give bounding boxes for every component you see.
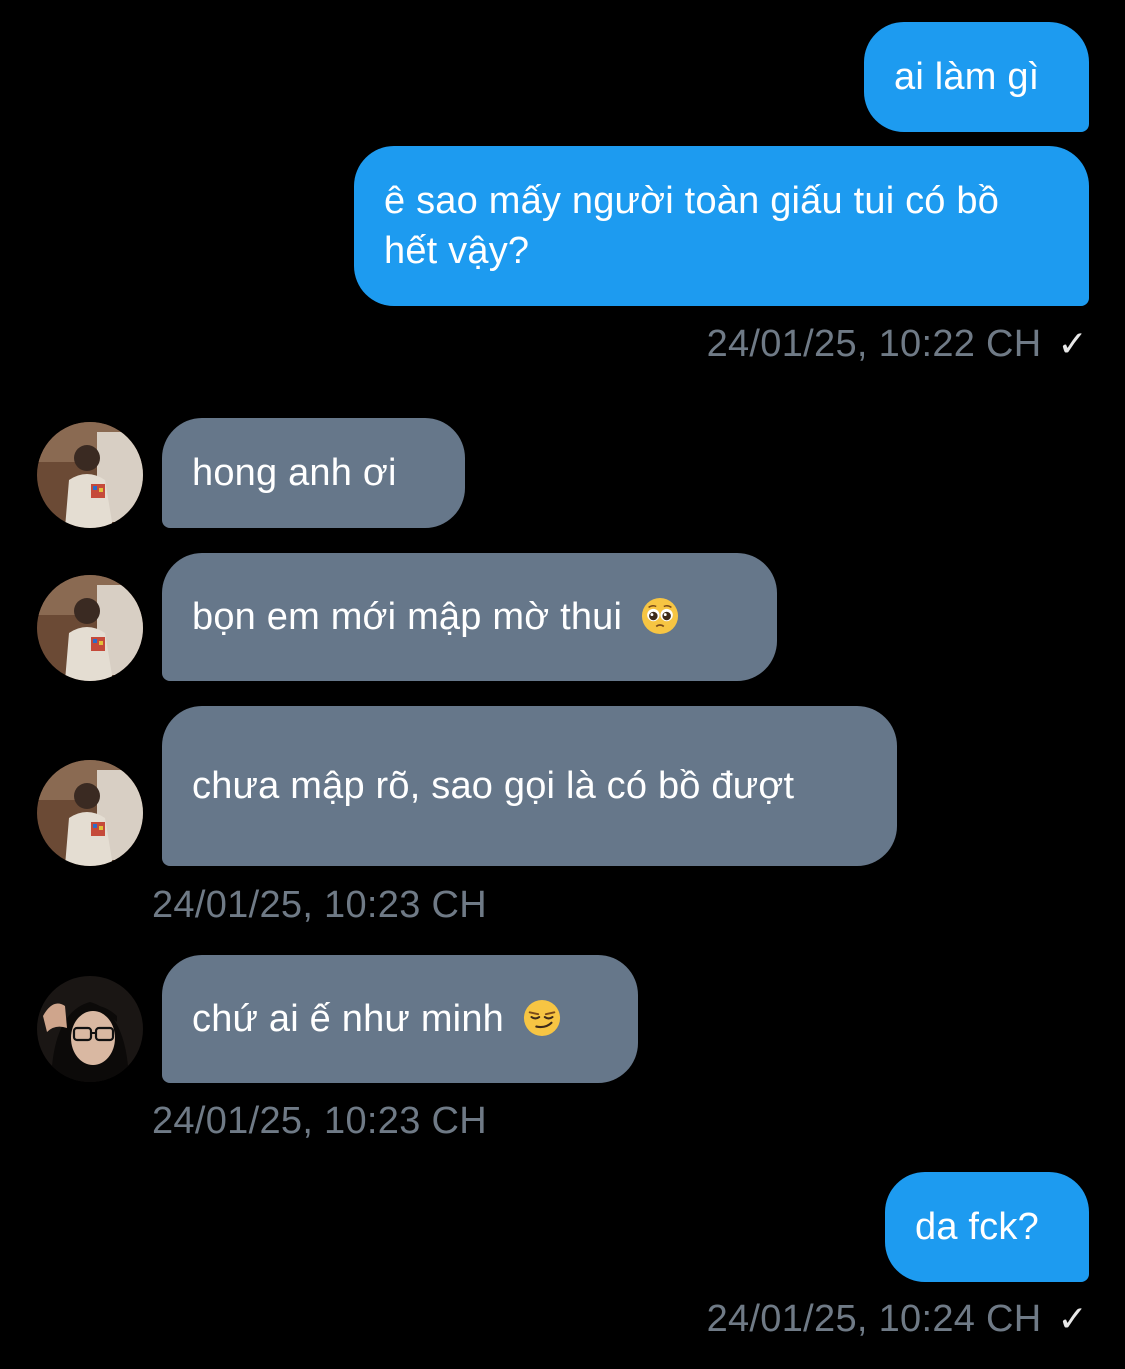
avatar[interactable] [37,976,143,1082]
timestamp-text: 24/01/25, 10:23 CH [152,884,487,926]
message-timestamp: 24/01/25, 10:22 CH ✓ [707,322,1088,366]
read-check-icon: ✓ [1057,1298,1088,1339]
outgoing-message-bubble[interactable]: da fck? [885,1172,1089,1282]
message-text: chưa mập rõ, sao gọi là có bồ đượt [192,765,795,807]
timestamp-text: 24/01/25, 10:23 CH [152,1100,487,1142]
message-text: da fck? [915,1206,1039,1248]
avatar[interactable] [37,422,143,528]
avatar-photo-icon [37,575,143,681]
timestamp-text: 24/01/25, 10:22 CH [706,323,1042,365]
outgoing-message-bubble[interactable]: ai làm gì [864,22,1089,132]
read-check-icon: ✓ [1057,323,1088,364]
message-text: chứ ai ế như minh [192,994,561,1044]
message-timestamp: 24/01/25, 10:23 CH [152,1099,487,1143]
message-timestamp: 24/01/25, 10:24 CH ✓ [707,1297,1088,1341]
avatar-photo-icon [37,760,143,866]
incoming-message-bubble[interactable]: chưa mập rõ, sao gọi là có bồ đượt [162,706,897,866]
timestamp-text: 24/01/25, 10:24 CH [706,1298,1042,1340]
message-text: ê sao mấy người toàn giấu tui có bồ hết … [384,180,1010,272]
pleading-face-icon [641,597,678,635]
message-text-content: chứ ai ế như minh [192,998,515,1040]
outgoing-message-bubble[interactable]: ê sao mấy người toàn giấu tui có bồ hết … [354,146,1089,306]
avatar-photo-icon [37,422,143,528]
avatar[interactable] [37,575,143,681]
incoming-message-bubble[interactable]: hong anh ơi [162,418,465,528]
message-text: bọn em mới mập mờ thui [192,592,679,642]
avatar-photo-icon [37,976,143,1082]
message-text: ai làm gì [894,56,1040,98]
smirking-face-icon [523,999,560,1037]
message-timestamp: 24/01/25, 10:23 CH [152,883,487,927]
incoming-message-bubble[interactable]: chứ ai ế như minh [162,955,638,1083]
message-text: hong anh ơi [192,452,397,494]
incoming-message-bubble[interactable]: bọn em mới mập mờ thui [162,553,777,681]
message-text-content: bọn em mới mập mờ thui [192,596,633,638]
avatar[interactable] [37,760,143,866]
